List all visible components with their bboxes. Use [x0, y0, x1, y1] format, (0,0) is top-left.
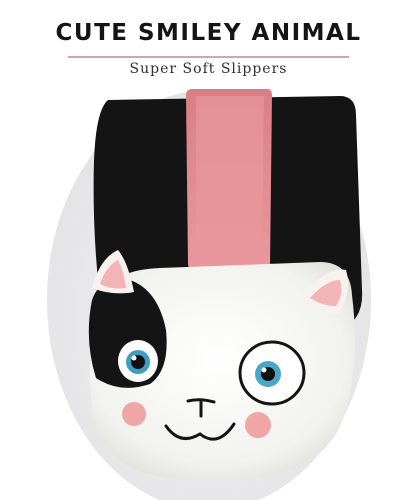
slipper-photo	[47, 89, 371, 500]
right-eye	[238, 340, 306, 406]
right-cheek	[245, 412, 271, 438]
left-eye	[118, 340, 158, 382]
left-cheek	[122, 402, 146, 426]
